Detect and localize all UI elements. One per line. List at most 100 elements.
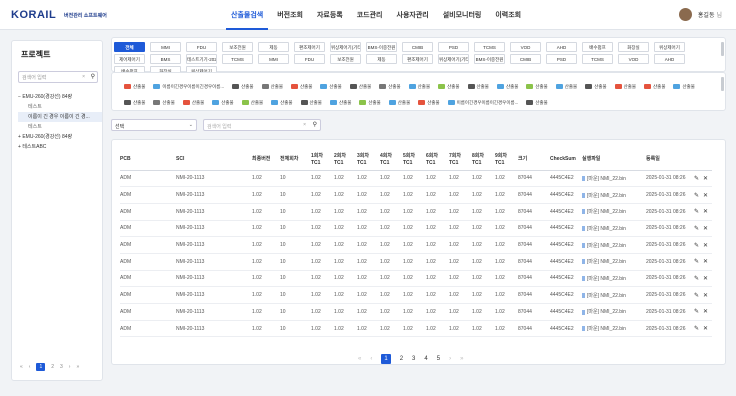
- output-item[interactable]: 산출물: [467, 82, 489, 91]
- cell-text[interactable]: [마운] NMI_22.bin: [587, 193, 626, 199]
- cell-text[interactable]: [마운] NMI_22.bin: [587, 309, 626, 315]
- tree-item[interactable]: + 테스트ABC: [18, 142, 102, 152]
- page-button[interactable]: 3: [60, 364, 63, 370]
- table-row[interactable]: ADM NMI-20-1113 1.02 10 1.02 1.02 1.02 1.02 1.02…: [120, 186, 713, 204]
- page-button[interactable]: «: [358, 356, 361, 362]
- output-item[interactable]: 산출물: [182, 98, 204, 107]
- cell-text[interactable]: [마운] NMI_22.bin: [587, 259, 626, 265]
- category-tag[interactable]: CMIB: [510, 54, 541, 64]
- output-item[interactable]: 이름이긴경우이름이긴경우이름...: [153, 82, 224, 91]
- edit-icon[interactable]: ✎: [694, 276, 699, 282]
- category-tag[interactable]: AHD: [546, 42, 577, 52]
- page-button[interactable]: ›: [449, 356, 451, 362]
- table-row[interactable]: ADM NMI-20-1113 1.02 10 1.02 1.02 1.02 1.02 1.02…: [120, 203, 713, 221]
- category-tag[interactable]: 편조제어기: [402, 54, 433, 64]
- category-tag[interactable]: VOD: [510, 42, 541, 52]
- category-tag[interactable]: 제어제어기: [114, 54, 145, 64]
- table-row[interactable]: ADM NMI-20-1113 1.02 10 1.02 1.02 1.02 1.02 1.02…: [120, 220, 713, 238]
- edit-icon[interactable]: ✎: [694, 226, 699, 232]
- nav-item[interactable]: 버전조회: [272, 0, 308, 30]
- cell-text[interactable]: [마운] NMI_22.bin: [587, 176, 626, 182]
- scrollbar[interactable]: [721, 42, 724, 56]
- category-tag[interactable]: BMS-이중전원: [474, 54, 505, 64]
- delete-icon[interactable]: ✕: [703, 209, 708, 215]
- table-row[interactable]: ADM NMI-20-1113 1.02 10 1.02 1.02 1.02 1.02 1.02…: [120, 236, 713, 254]
- category-tag[interactable]: 제동: [366, 54, 397, 64]
- cell-text[interactable]: [마운] NMI_22.bin: [587, 209, 626, 215]
- output-item[interactable]: 산출물: [241, 98, 263, 107]
- delete-icon[interactable]: ✕: [703, 176, 708, 182]
- output-item[interactable]: 산출물: [300, 98, 322, 107]
- output-item[interactable]: 산출물: [438, 82, 460, 91]
- table-row[interactable]: ADM NMI-20-1113 1.02 10 1.02 1.02 1.02 1.02 1.02…: [120, 170, 713, 188]
- nav-item[interactable]: 산출물검색: [226, 0, 269, 30]
- category-tag[interactable]: 위상제어기(기타): [438, 54, 469, 64]
- tree-item[interactable]: 테스트: [18, 102, 102, 112]
- category-tag[interactable]: FDU: [186, 42, 217, 52]
- page-button[interactable]: 1: [381, 354, 391, 364]
- delete-icon[interactable]: ✕: [703, 193, 708, 199]
- user-menu[interactable]: 홍길동 님: [678, 8, 722, 21]
- output-item[interactable]: 산출물: [290, 82, 312, 91]
- nav-item[interactable]: 사용자관리: [392, 0, 434, 30]
- page-button[interactable]: ‹: [370, 356, 372, 362]
- category-tag[interactable]: PSD: [438, 42, 469, 52]
- page-button[interactable]: «: [20, 364, 23, 370]
- project-search-input[interactable]: 검색어 입력 × ⚲: [18, 71, 98, 83]
- category-tag[interactable]: 위상제어기(기타): [330, 42, 361, 52]
- table-row[interactable]: ADM NMI-20-1113 1.02 10 1.02 1.02 1.02 1.02 1.02…: [120, 320, 713, 338]
- search-icon[interactable]: ⚲: [91, 73, 95, 80]
- output-item[interactable]: 산출물: [329, 98, 351, 107]
- category-tag[interactable]: 제동: [258, 42, 289, 52]
- scrollbar[interactable]: [721, 77, 724, 91]
- cell-text[interactable]: [마운] NMI_22.bin: [587, 276, 626, 282]
- category-tag[interactable]: FDU: [294, 54, 325, 64]
- delete-icon[interactable]: ✕: [703, 243, 708, 249]
- category-tag[interactable]: 보조전원: [330, 54, 361, 64]
- delete-icon[interactable]: ✕: [703, 276, 708, 282]
- page-button[interactable]: 5: [437, 356, 440, 362]
- nav-item[interactable]: 자료등록: [312, 0, 348, 30]
- delete-icon[interactable]: ✕: [703, 326, 708, 332]
- table-row[interactable]: ADM NMI-20-1113 1.02 10 1.02 1.02 1.02 1.02 1.02…: [120, 286, 713, 304]
- tree-item[interactable]: 테스트: [18, 122, 102, 132]
- output-item[interactable]: 산출물: [232, 82, 254, 91]
- output-item[interactable]: 산출물: [496, 82, 518, 91]
- category-tag[interactable]: 전체: [114, 42, 145, 52]
- output-item[interactable]: 산출물: [153, 98, 175, 107]
- tree-item[interactable]: + EMU-260(경강선) 84량: [18, 132, 102, 142]
- category-tag[interactable]: 위상제어기: [654, 42, 685, 52]
- output-item[interactable]: 산출물: [526, 98, 548, 107]
- cell-text[interactable]: [마운] NMI_22.bin: [587, 243, 626, 249]
- output-item[interactable]: 산출물: [124, 82, 145, 91]
- table-search-input[interactable]: 검색어 입력 × ⚲: [203, 119, 321, 131]
- page-button[interactable]: ›: [69, 364, 71, 370]
- edit-icon[interactable]: ✎: [694, 326, 699, 332]
- output-item[interactable]: 산출물: [418, 98, 440, 107]
- output-item[interactable]: 산출물: [379, 82, 401, 91]
- category-tag[interactable]: 편조제어기: [294, 42, 325, 52]
- table-row[interactable]: ADM NMI-20-1113 1.02 10 1.02 1.02 1.02 1.02 1.02…: [120, 303, 713, 321]
- output-item[interactable]: 산출물: [644, 82, 665, 91]
- clear-icon[interactable]: ×: [303, 122, 306, 128]
- edit-icon[interactable]: ✎: [694, 176, 699, 182]
- table-row[interactable]: ADM NMI-20-1113 1.02 10 1.02 1.02 1.02 1.02 1.02…: [120, 270, 713, 288]
- nav-item[interactable]: 코드관리: [352, 0, 388, 30]
- output-item[interactable]: 산출물: [388, 98, 410, 107]
- page-button[interactable]: 2: [400, 356, 403, 362]
- tree-item[interactable]: − EMU-260(경강선) 84량: [18, 92, 102, 102]
- page-button[interactable]: 4: [424, 356, 427, 362]
- output-item[interactable]: 산출물: [349, 82, 371, 91]
- delete-icon[interactable]: ✕: [703, 309, 708, 315]
- output-item[interactable]: 산출물: [271, 98, 293, 107]
- output-item[interactable]: 산출물: [124, 98, 145, 107]
- page-button[interactable]: »: [76, 364, 79, 370]
- tree-item[interactable]: 이름이 긴 경우 이름이 긴 경...: [18, 112, 102, 122]
- output-item[interactable]: 산출물: [359, 98, 381, 107]
- delete-icon[interactable]: ✕: [703, 226, 708, 232]
- category-tag[interactable]: TCMS: [582, 54, 613, 64]
- filter-select[interactable]: 선택 ⌄: [111, 119, 197, 131]
- delete-icon[interactable]: ✕: [703, 259, 708, 265]
- category-tag[interactable]: 배수펌프: [582, 42, 613, 52]
- category-tag[interactable]: TCMS: [222, 54, 253, 64]
